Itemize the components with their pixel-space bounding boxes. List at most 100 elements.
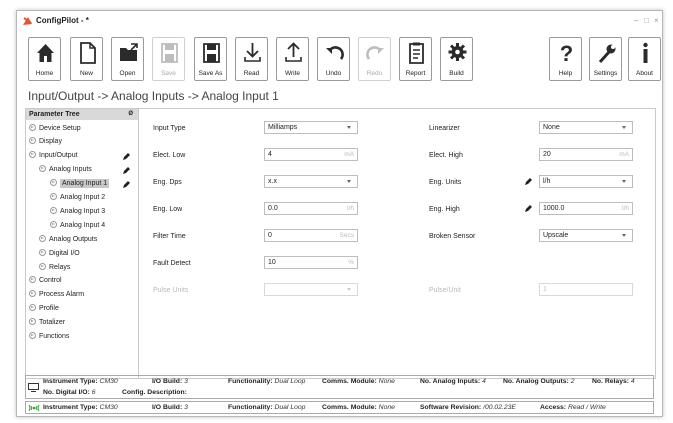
tree-label: Analog Inputs	[49, 166, 92, 173]
expand-icon[interactable]	[29, 124, 36, 131]
expand-icon[interactable]	[39, 249, 46, 256]
tree-label: Analog Input 4	[60, 222, 106, 229]
key: Software Revision:	[420, 404, 482, 411]
analog-inputs-info: No. Analog Inputs: 4	[420, 378, 486, 385]
tree-item-totalizer[interactable]: Totalizer	[29, 316, 65, 329]
pulse-units-select[interactable]	[264, 283, 358, 296]
close-icon[interactable]: ×	[654, 16, 659, 25]
key: No. Analog Outputs:	[503, 378, 569, 385]
value: 2	[570, 378, 575, 385]
save-as-button[interactable]: Save As	[194, 37, 227, 81]
broken-sensor-select[interactable]: Upscale	[539, 229, 633, 242]
input-type-select[interactable]: Milliamps	[264, 121, 358, 134]
eng-high-input[interactable]: 1000.0 l/h	[539, 202, 633, 215]
fault-detect-input[interactable]: 10%	[264, 256, 358, 269]
elect-high-value: 20	[543, 151, 551, 158]
expand-icon[interactable]	[29, 332, 36, 339]
expand-icon[interactable]	[50, 179, 57, 186]
open-button[interactable]: Open	[111, 37, 144, 81]
about-button[interactable]: About	[628, 37, 661, 81]
chevron-down-icon	[619, 230, 629, 241]
save-label: Save	[161, 70, 176, 77]
linearizer-select[interactable]: None	[539, 121, 633, 134]
edited-pencil-icon	[525, 205, 532, 212]
value: None	[378, 404, 395, 411]
save-button[interactable]: Save	[152, 37, 185, 81]
value: None	[378, 378, 395, 385]
tree-item-profile[interactable]: Profile	[29, 302, 59, 315]
tree-item-analog-inputs[interactable]: Analog Inputs	[39, 163, 92, 176]
edited-pencil-icon	[123, 153, 130, 160]
redo-label: Redo	[366, 70, 383, 77]
tree-label: Relays	[49, 264, 71, 271]
expand-icon[interactable]	[29, 304, 36, 311]
home-label: Home	[35, 70, 54, 77]
undo-button[interactable]: Undo	[317, 37, 350, 81]
pulse-per-unit-value: 1	[543, 286, 547, 293]
value: 4	[630, 378, 635, 385]
home-button[interactable]: Home	[28, 37, 61, 81]
tree-item-analog-input-1[interactable]: Analog Input 1	[50, 177, 110, 190]
expand-icon[interactable]	[39, 235, 46, 242]
settings-button[interactable]: Settings	[589, 37, 622, 81]
open-label: Open	[119, 70, 136, 77]
help-button[interactable]: ? Help	[549, 37, 582, 81]
expand-icon[interactable]	[50, 193, 57, 200]
wrench-settings-icon	[598, 44, 616, 64]
tree-item-process-alarm[interactable]: Process Alarm	[29, 288, 84, 301]
app-logo-icon	[23, 17, 32, 25]
chevron-down-icon	[344, 122, 354, 133]
upload-icon	[285, 42, 302, 62]
elect-high-input[interactable]: 20 mA	[539, 148, 633, 161]
open-folder-icon	[120, 43, 138, 61]
report-button[interactable]: Report	[399, 37, 432, 81]
elect-high-unit: mA	[619, 151, 629, 158]
maximize-icon[interactable]: □	[644, 16, 649, 25]
minimize-icon[interactable]: –	[634, 16, 638, 25]
expand-icon[interactable]	[50, 221, 57, 228]
tree-item-device-setup[interactable]: Device Setup	[29, 122, 81, 135]
connection-signal-icon	[28, 404, 40, 412]
tree-item-digital-io[interactable]: Digital I/O	[39, 247, 80, 260]
linearizer-label: Linearizer	[429, 125, 460, 132]
tree-label: Analog Input 1	[60, 179, 110, 188]
read-button[interactable]: Read	[235, 37, 268, 81]
expand-icon[interactable]	[50, 207, 57, 214]
tree-label: Profile	[39, 305, 59, 312]
eng-dps-select[interactable]: x.x	[264, 175, 358, 188]
tree-item-display[interactable]: Display	[29, 135, 62, 148]
tree-item-analog-input-3[interactable]: Analog Input 3	[50, 205, 105, 218]
build-button[interactable]: Build	[440, 37, 473, 81]
pulse-per-unit-label: Pulse/Unit	[429, 287, 461, 294]
io-build-info: I/O Build: 3	[152, 378, 188, 385]
eng-high-unit: l/h	[622, 205, 629, 212]
tree-item-relays[interactable]: Relays	[39, 261, 70, 274]
tree-item-analog-input-2[interactable]: Analog Input 2	[50, 191, 105, 204]
connection-status-bar: Instrument Type: CM30 I/O Build: 3 Funct…	[25, 401, 654, 414]
expand-icon[interactable]	[39, 263, 46, 270]
pin-icon[interactable]: Ø	[125, 109, 133, 120]
comms-module-info: Comms. Module: None	[322, 378, 395, 385]
eng-units-select[interactable]: l/h	[539, 175, 633, 188]
tree-item-input-output[interactable]: Input/Output	[29, 149, 78, 162]
tree-item-analog-input-4[interactable]: Analog Input 4	[50, 219, 105, 232]
redo-button[interactable]: Redo	[358, 37, 391, 81]
tree-item-control[interactable]: Control	[29, 274, 62, 287]
expand-icon[interactable]	[29, 276, 36, 283]
clipboard-report-icon	[409, 42, 424, 64]
pulse-per-unit-input[interactable]: 1	[539, 283, 633, 296]
fault-detect-unit: %	[348, 259, 354, 266]
collapse-icon[interactable]	[39, 165, 46, 172]
expand-icon[interactable]	[29, 318, 36, 325]
expand-icon[interactable]	[29, 290, 36, 297]
eng-low-input[interactable]: 0.0 l/h	[264, 202, 358, 215]
undo-label: Undo	[325, 70, 342, 77]
write-button[interactable]: Write	[276, 37, 309, 81]
new-button[interactable]: New	[70, 37, 103, 81]
filter-time-input[interactable]: 0 Secs	[264, 229, 358, 242]
tree-item-analog-outputs[interactable]: Analog Outputs	[39, 233, 97, 246]
elect-low-input[interactable]: 4 mA	[264, 148, 358, 161]
tree-item-functions[interactable]: Functions	[29, 330, 69, 343]
expand-icon[interactable]	[29, 137, 36, 144]
collapse-icon[interactable]	[29, 151, 36, 158]
